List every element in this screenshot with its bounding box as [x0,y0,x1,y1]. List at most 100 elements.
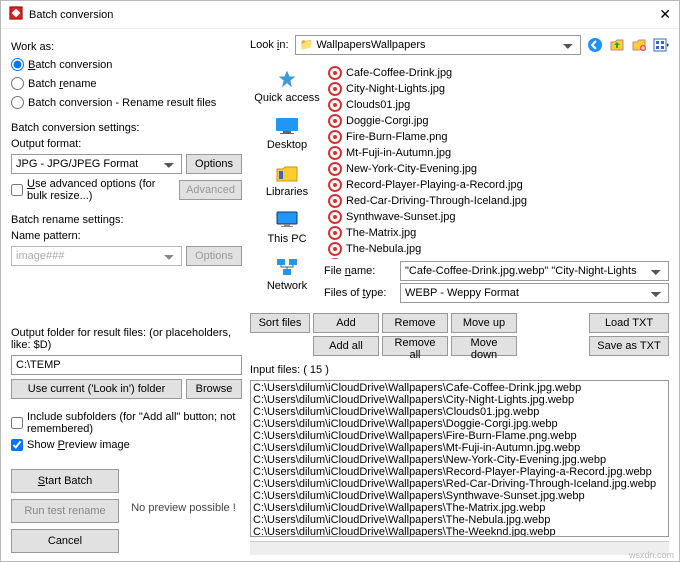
input-file-path[interactable]: C:\Users\dilum\iCloudDrive\Wallpapers\Th… [253,502,666,514]
file-item-label: Doggie-Corgi.jpg [346,115,429,127]
input-file-path[interactable]: C:\Users\dilum\iCloudDrive\Wallpapers\Fi… [253,430,666,442]
remove-button[interactable]: Remove [382,313,448,333]
file-item-label: Clouds01.jpg [346,99,410,111]
file-item[interactable]: Record-Player-Playing-a-Record.jpg [328,177,665,193]
file-item[interactable]: The-Matrix.jpg [328,225,665,241]
save-txt-button[interactable]: Save as TXT [589,336,669,356]
browse-button[interactable]: Browse [186,379,242,399]
batch-conversion-window: Batch conversion ✕ Work as: BBatch conve… [0,0,680,562]
back-icon[interactable] [587,37,603,53]
include-subfolders-input[interactable] [11,417,23,429]
advanced-options-checkbox[interactable]: Use advanced options (for bulk resize...… [11,178,175,202]
remove-all-button[interactable]: Remove all [382,336,448,356]
webp-file-icon [328,178,342,192]
file-item[interactable]: Clouds01.jpg [328,97,665,113]
radio-batch-rename[interactable]: Batch rename [11,77,242,90]
file-item-label: The-Matrix.jpg [346,227,416,239]
radio-batch-conversion-input[interactable] [11,58,24,71]
sidebar-network-label: Network [267,280,307,292]
sidebar-this-pc[interactable]: This PC [267,208,306,245]
file-item-label: Cafe-Coffee-Drink.jpg [346,67,452,79]
work-as-label: Work as: [11,41,242,53]
file-item[interactable]: The-Nebula.jpg [328,241,665,257]
webp-file-icon [328,114,342,128]
input-file-path[interactable]: C:\Users\dilum\iCloudDrive\Wallpapers\Th… [253,514,666,526]
file-item[interactable]: Synthwave-Sunset.jpg [328,209,665,225]
advanced-options-label: Use advanced options (for bulk resize...… [27,178,175,202]
format-options-button[interactable]: Options [186,154,242,174]
star-icon [273,67,301,91]
use-current-folder-button[interactable]: Use current ('Look in') folder [11,379,182,399]
file-item[interactable]: The-Weeknd.jpg [328,257,665,259]
input-file-path[interactable]: C:\Users\dilum\iCloudDrive\Wallpapers\Do… [253,418,666,430]
close-button[interactable]: ✕ [659,6,671,23]
start-batch-button[interactable]: Start Batch [11,469,119,493]
webp-file-icon [328,98,342,112]
sidebar-desktop[interactable]: Desktop [267,114,307,151]
file-item-label: Mt-Fuji-in-Autumn.jpg [346,147,451,159]
input-file-path[interactable]: C:\Users\dilum\iCloudDrive\Wallpapers\Sy… [253,490,666,502]
move-down-button[interactable]: Move down [451,336,517,356]
output-format-select[interactable]: JPG - JPG/JPEG Format [11,154,182,174]
titlebar: Batch conversion ✕ [1,1,679,29]
add-button[interactable]: Add [313,313,379,333]
file-item[interactable]: Mt-Fuji-in-Autumn.jpg [328,145,665,161]
webp-file-icon [328,82,342,96]
sidebar-libraries[interactable]: Libraries [266,161,308,198]
input-file-path[interactable]: C:\Users\dilum\iCloudDrive\Wallpapers\Th… [253,526,666,537]
advanced-button: Advanced [179,180,242,200]
file-item[interactable]: City-Night-Lights.jpg [328,81,665,97]
cancel-button[interactable]: Cancel [11,529,119,553]
add-all-button[interactable]: Add all [313,336,379,356]
file-item-label: New-York-City-Evening.jpg [346,163,477,175]
webp-file-icon [328,258,342,259]
left-panel: Work as: BBatch conversionatch conversio… [1,29,250,561]
move-up-button[interactable]: Move up [451,313,517,333]
show-preview-label: Show Preview image [27,439,130,451]
file-type-select[interactable]: WEBP - Weppy Format [400,283,669,303]
show-preview-input[interactable] [11,439,23,451]
input-file-path[interactable]: C:\Users\dilum\iCloudDrive\Wallpapers\Ca… [253,382,666,394]
output-folder-input[interactable] [11,355,242,375]
window-title: Batch conversion [29,9,113,21]
file-item[interactable]: Red-Car-Driving-Through-Iceland.jpg [328,193,665,209]
input-file-path[interactable]: C:\Users\dilum\iCloudDrive\Wallpapers\Mt… [253,442,666,454]
file-item[interactable]: Cafe-Coffee-Drink.jpg [328,65,665,81]
file-item[interactable]: Doggie-Corgi.jpg [328,113,665,129]
radio-batch-rename-input[interactable] [11,77,24,90]
show-preview-checkbox[interactable]: Show Preview image [11,439,242,451]
sidebar-quick-access[interactable]: Quick access [254,67,319,104]
file-item[interactable]: New-York-City-Evening.jpg [328,161,665,177]
include-subfolders-checkbox[interactable]: Include subfolders (for "Add all" button… [11,411,242,435]
rename-options-button: Options [186,246,242,266]
input-file-path[interactable]: C:\Users\dilum\iCloudDrive\Wallpapers\Re… [253,478,666,490]
horizontal-scrollbar[interactable] [250,541,669,555]
up-folder-icon[interactable] [609,37,625,53]
input-file-path[interactable]: C:\Users\dilum\iCloudDrive\Wallpapers\Ne… [253,454,666,466]
radio-batch-both[interactable]: Batch conversion - Rename result files [11,96,242,109]
webp-file-icon [328,194,342,208]
radio-batch-both-input[interactable] [11,96,24,109]
advanced-options-checkbox-input[interactable] [11,184,23,196]
input-files-list[interactable]: C:\Users\dilum\iCloudDrive\Wallpapers\Ca… [250,380,669,537]
sort-files-button[interactable]: Sort files [250,313,310,333]
sidebar-quick-access-label: Quick access [254,92,319,104]
input-file-path[interactable]: C:\Users\dilum\iCloudDrive\Wallpapers\Cl… [253,406,666,418]
radio-batch-conversion[interactable]: BBatch conversionatch conversion [11,58,242,71]
rename-settings-label: Batch rename settings: [11,214,242,226]
lookin-label: Look in: [250,39,289,51]
input-file-path[interactable]: C:\Users\dilum\iCloudDrive\Wallpapers\Re… [253,466,666,478]
desktop-icon [273,114,301,138]
file-list[interactable]: Cafe-Coffee-Drink.jpg City-Night-Lights.j… [324,63,669,259]
network-icon [273,255,301,279]
webp-file-icon [328,162,342,176]
new-folder-icon[interactable] [631,37,647,53]
lookin-select[interactable]: 📁 WallpapersWallpapers [295,35,581,55]
load-txt-button[interactable]: Load TXT [589,313,669,333]
sidebar-network[interactable]: Network [267,255,307,292]
file-item[interactable]: Fire-Burn-Flame.png [328,129,665,145]
view-menu-icon[interactable] [653,37,669,53]
file-name-input[interactable]: "Cafe-Coffee-Drink.jpg.webp" "City-Night… [400,261,669,281]
radio-batch-both-label: Batch conversion - Rename result files [28,97,216,109]
input-file-path[interactable]: C:\Users\dilum\iCloudDrive\Wallpapers\Ci… [253,394,666,406]
